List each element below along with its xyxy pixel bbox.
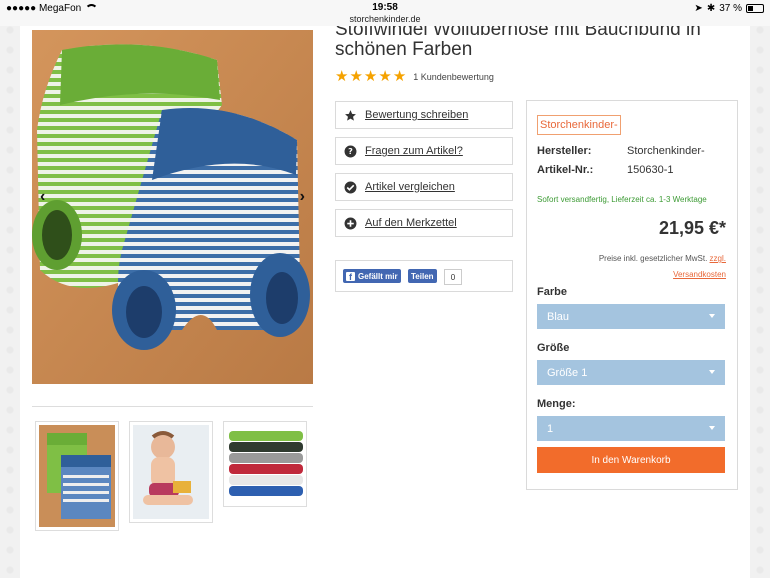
share-label: Teilen (411, 271, 434, 281)
like-label: Gefällt mir (358, 271, 398, 281)
color-select-value: Blau (547, 310, 570, 323)
product-title-line-1: Stoffwindel Wollüberhose mit Bauchbund i… (335, 26, 701, 40)
add-to-cart-button[interactable]: In den Warenkorb (537, 447, 725, 473)
manufacturer-value: Storchenkinder- (627, 145, 705, 157)
price: 21,95 €* (658, 218, 726, 238)
image-next-arrow[interactable]: › (300, 188, 305, 206)
plus-icon (344, 217, 357, 230)
shipping-info: Sofort versandfertig, Lieferzeit ca. 1-3… (537, 195, 707, 204)
main-product-image[interactable]: ‹ › (32, 30, 313, 384)
vat-text: Preise inkl. gesetzlicher MwSt. (598, 254, 708, 263)
ask-question-button[interactable]: ? Fragen zum Artikel? (335, 137, 513, 165)
facebook-like-button[interactable]: f Gefällt mir (343, 269, 401, 283)
compare-button[interactable]: Artikel vergleichen (335, 173, 513, 201)
buy-box: Storchenkinder- Hersteller: Storchenkind… (526, 100, 738, 490)
facebook-icon: f (346, 271, 355, 282)
chevron-down-icon (709, 370, 715, 374)
quantity-label: Menge: (537, 398, 576, 410)
shipping-costs-link[interactable]: Versandkosten (673, 270, 726, 279)
thumbnail-2[interactable] (129, 421, 213, 523)
svg-text:?: ? (348, 146, 353, 156)
rating-star-icon: ★ (349, 68, 363, 85)
url-bar[interactable]: storchenkinder.de (0, 14, 770, 24)
image-prev-arrow[interactable]: ‹ (40, 188, 45, 206)
status-bar: ●●●●● MegaFon 19:58 storchenkinder.de ➤ … (0, 0, 770, 26)
thumbnail-3[interactable] (223, 421, 307, 507)
vat-link[interactable]: zzgl. (710, 254, 726, 263)
color-select[interactable]: Blau (537, 304, 725, 329)
check-icon (344, 181, 357, 194)
manufacturer-label: Hersteller: (537, 145, 592, 157)
left-background-pattern (0, 0, 20, 578)
facebook-share-button[interactable]: Teilen (408, 269, 437, 283)
social-box: f Gefällt mir Teilen 0 (335, 260, 513, 292)
product-title-line-2: schönen Farben (335, 39, 473, 60)
battery-icon (746, 4, 764, 13)
color-label: Farbe (537, 286, 567, 298)
image-divider (32, 406, 313, 407)
share-count: 0 (444, 269, 462, 285)
brand-logo[interactable]: Storchenkinder- (537, 115, 621, 135)
sku-label: Artikel-Nr.: (537, 164, 594, 176)
write-review-button[interactable]: Bewertung schreiben (335, 101, 513, 129)
clock: 19:58 (372, 2, 398, 13)
quantity-select[interactable]: 1 (537, 416, 725, 441)
product-rating[interactable]: ★ ★ ★ ★ ★ 1 Kundenbewertung (335, 69, 494, 84)
rating-star-icon: ★ (392, 68, 407, 85)
rating-star-icon: ★ (363, 68, 378, 85)
bluetooth-icon: ✱ (706, 3, 716, 14)
product-title: Stoffwindel Wollüberhose mit Bauchbund i… (335, 26, 701, 60)
size-label: Größe (537, 342, 570, 354)
wishlist-label: Auf den Merkzettel (365, 217, 457, 229)
ask-question-label: Fragen zum Artikel? (365, 145, 463, 157)
chevron-down-icon (709, 426, 715, 430)
write-review-label: Bewertung schreiben (365, 109, 469, 121)
battery-percent: 37 % (719, 3, 742, 14)
vat-info: Preise inkl. gesetzlicher MwSt. zzgl. Ve… (599, 251, 726, 283)
right-background-pattern (750, 0, 770, 578)
product-page: ‹ › Stoffwindel Wollüberhose mit Bauchbu… (20, 26, 750, 578)
location-icon: ➤ (694, 3, 703, 14)
size-select-value: Größe 1 (547, 366, 588, 379)
chevron-down-icon (709, 314, 715, 318)
rating-star-icon: ★ (335, 68, 349, 85)
rating-star-icon: ★ (378, 68, 392, 85)
thumbnail-1[interactable] (35, 421, 119, 531)
wishlist-button[interactable]: Auf den Merkzettel (335, 209, 513, 237)
sku-value: 150630-1 (627, 164, 674, 176)
quantity-select-value: 1 (547, 422, 554, 435)
question-icon: ? (344, 145, 357, 158)
review-count[interactable]: 1 Kundenbewertung (413, 72, 494, 82)
compare-label: Artikel vergleichen (365, 181, 455, 193)
star-icon (344, 109, 357, 122)
size-select[interactable]: Größe 1 (537, 360, 725, 385)
